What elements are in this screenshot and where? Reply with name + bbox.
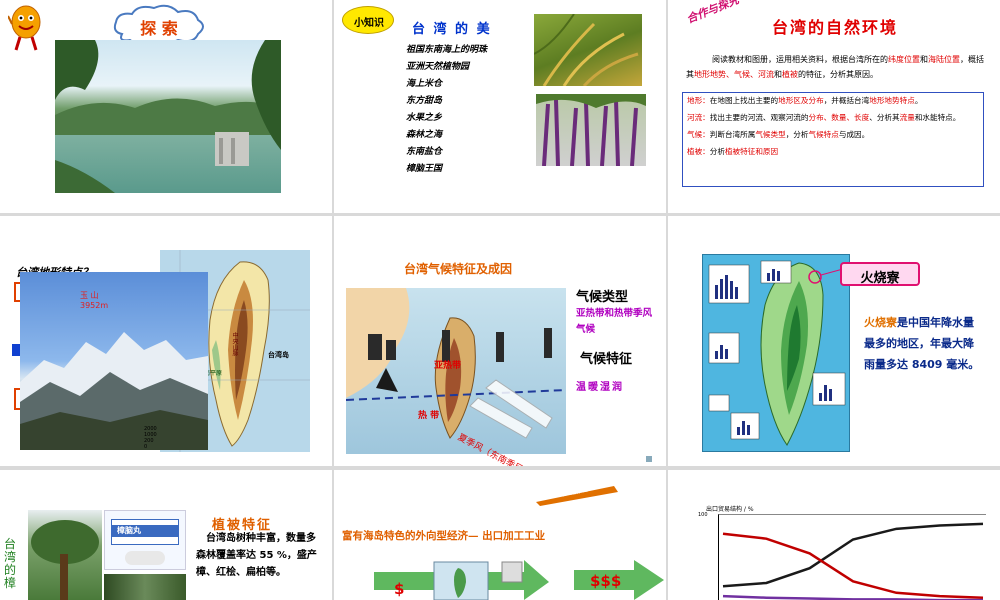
task-item: 河流：找出主要的河流、观察河流的分布、数量、长度、分析其流量和水能特点。 [687, 113, 961, 122]
yushan-photo: 玉 山 3952m [20, 272, 208, 450]
task-item: 地形：在地图上找出主要的地形区及分布，并概括台湾地形地势特点。 [687, 96, 923, 105]
corner-label: 合作与探究 [684, 0, 741, 26]
list-item: 东方甜岛 [406, 96, 443, 106]
mascot-icon [7, 4, 44, 54]
slide-thumbnail-4[interactable]: 台湾地形特点？ 台湾岛 中央山脉 嘉南平原 玉 山 3952m 2000 100… [0, 216, 332, 466]
list-item: 森林之海 [406, 130, 443, 140]
mountain-height: 3952m [80, 301, 109, 310]
task-box: 地形：在地图上找出主要的地形区及分布，并概括台湾地形地势特点。 河流：找出主要的… [682, 92, 984, 187]
climate-feature-value: 温暖湿润 [576, 382, 624, 393]
export-flow-graphic: $$$ $ [374, 560, 664, 600]
vegetation-description: 台湾岛树种丰富，数量多森林覆盖率达 55 %，盛产樟、红桧、扁柏等。 [196, 533, 317, 578]
map-label: 台湾岛 [268, 351, 289, 359]
place-callout: 火烧寮 [840, 262, 920, 286]
map-label: 中央山脉 [231, 332, 238, 356]
list-item: 海上米仓 [406, 79, 443, 89]
slide-thumbnail-3[interactable]: 合作与探究 台湾的自然环境 阅读教材和图册，运用相关资料，根据台湾所在的纬度位置… [668, 0, 1000, 213]
slide-title: 探 索 [140, 19, 178, 38]
list-item: 祖国东南海上的明珠 [406, 45, 488, 55]
task-item: 气候：判断台湾所属气候类型，分析气候特点与成因。 [687, 130, 870, 139]
slide-thumbnail-6[interactable]: 火烧寮 火烧寮是中国年降水量最多的地区，年最大降雨量多达 8409 毫米。 [668, 216, 1000, 466]
series-line-1 [722, 522, 984, 588]
slide-thumbnail-5[interactable]: 台湾气候特征及成因 亚热带 热 带 夏季风（东南季风） 气候类型 亚热带和热带季… [334, 216, 666, 466]
lake-photo [55, 40, 281, 193]
mountain-name: 玉 山 [80, 291, 99, 300]
side-label: 台湾的樟 [4, 537, 17, 590]
rice-photo [534, 14, 642, 86]
intro-paragraph: 阅读教材和图册，运用相关资料，根据台湾所在的纬度位置和海陆位置，概括其地形地势、… [686, 55, 984, 79]
slide-corner-marker [646, 456, 652, 462]
dollar-label: $ [394, 580, 405, 598]
rainfall-description: 火烧寮是中国年降水量最多的地区，年最大降雨量多达 8409 毫米。 [864, 316, 980, 371]
slide-title: 台湾的自然环境 [772, 18, 899, 37]
rainfall-map [702, 254, 850, 452]
series-line-2 [722, 532, 984, 599]
product-label: 樟脑丸 [117, 526, 141, 535]
task-item: 植被：分析植被特征和原因 [687, 147, 779, 156]
climate-map: 亚热带 热 带 夏季风（东南季风） [346, 288, 566, 466]
list-item: 樟脑王国 [406, 164, 443, 174]
money-label: $$$ [590, 572, 622, 590]
slide-title: 台 湾 的 美 [412, 22, 492, 37]
slide-thumbnail-8[interactable]: 出口加工 富有海岛特色的外向型经济— 出口加工工业 $$$ $ [334, 470, 666, 600]
list-item: 亚洲天然植物园 [406, 62, 470, 72]
zone-label: 热 带 [418, 411, 440, 421]
camphor-tree-photo [28, 510, 102, 600]
camphor-product-photo: 樟脑丸 [104, 510, 186, 570]
slide-thumbnail-9[interactable]: 出口贸易结构 / % 100 [668, 470, 1000, 600]
y-tick-label: 100 [698, 512, 708, 518]
slide-title: 台湾气候特征及成因 [404, 262, 513, 276]
list-item: 水果之乡 [406, 113, 443, 123]
slide-title: 富有海岛特色的外向型经济— 出口加工工业 [342, 530, 546, 542]
sugarcane-photo [536, 94, 646, 166]
list-item: 东南盐仓 [406, 147, 443, 157]
feature-list: 祖国东南海上的明珠 亚洲天然植物园 海上米仓 东方甜岛 水果之乡 森林之海 东南… [406, 42, 487, 178]
knowledge-badge: 小知识 [342, 6, 394, 34]
trade-structure-chart [718, 514, 986, 600]
zone-label: 亚热带 [434, 361, 462, 371]
slide-thumbnail-2[interactable]: 小知识 台 湾 的 美 祖国东南海上的明珠 亚洲天然植物园 海上米仓 东方甜岛 … [334, 0, 666, 213]
forest-photo [104, 574, 186, 600]
climate-type-value: 亚热带和热带季风气候 [576, 308, 653, 335]
chart-title: 出口贸易结构 / % [706, 506, 754, 513]
slide-thumbnail-1[interactable]: 探 索 [0, 0, 332, 213]
climate-type-label: 气候类型 [576, 290, 629, 305]
slide-thumbnail-7[interactable]: 台湾的樟 樟脑丸 植被特征 台湾岛树种丰富，数量多森林覆盖率达 55 %，盛产樟… [0, 470, 332, 600]
banner-strip: 出口加工 [534, 482, 634, 506]
elevation-legend: 2000 1000 200 0 [144, 426, 157, 450]
climate-feature-label: 气候特征 [580, 352, 633, 367]
